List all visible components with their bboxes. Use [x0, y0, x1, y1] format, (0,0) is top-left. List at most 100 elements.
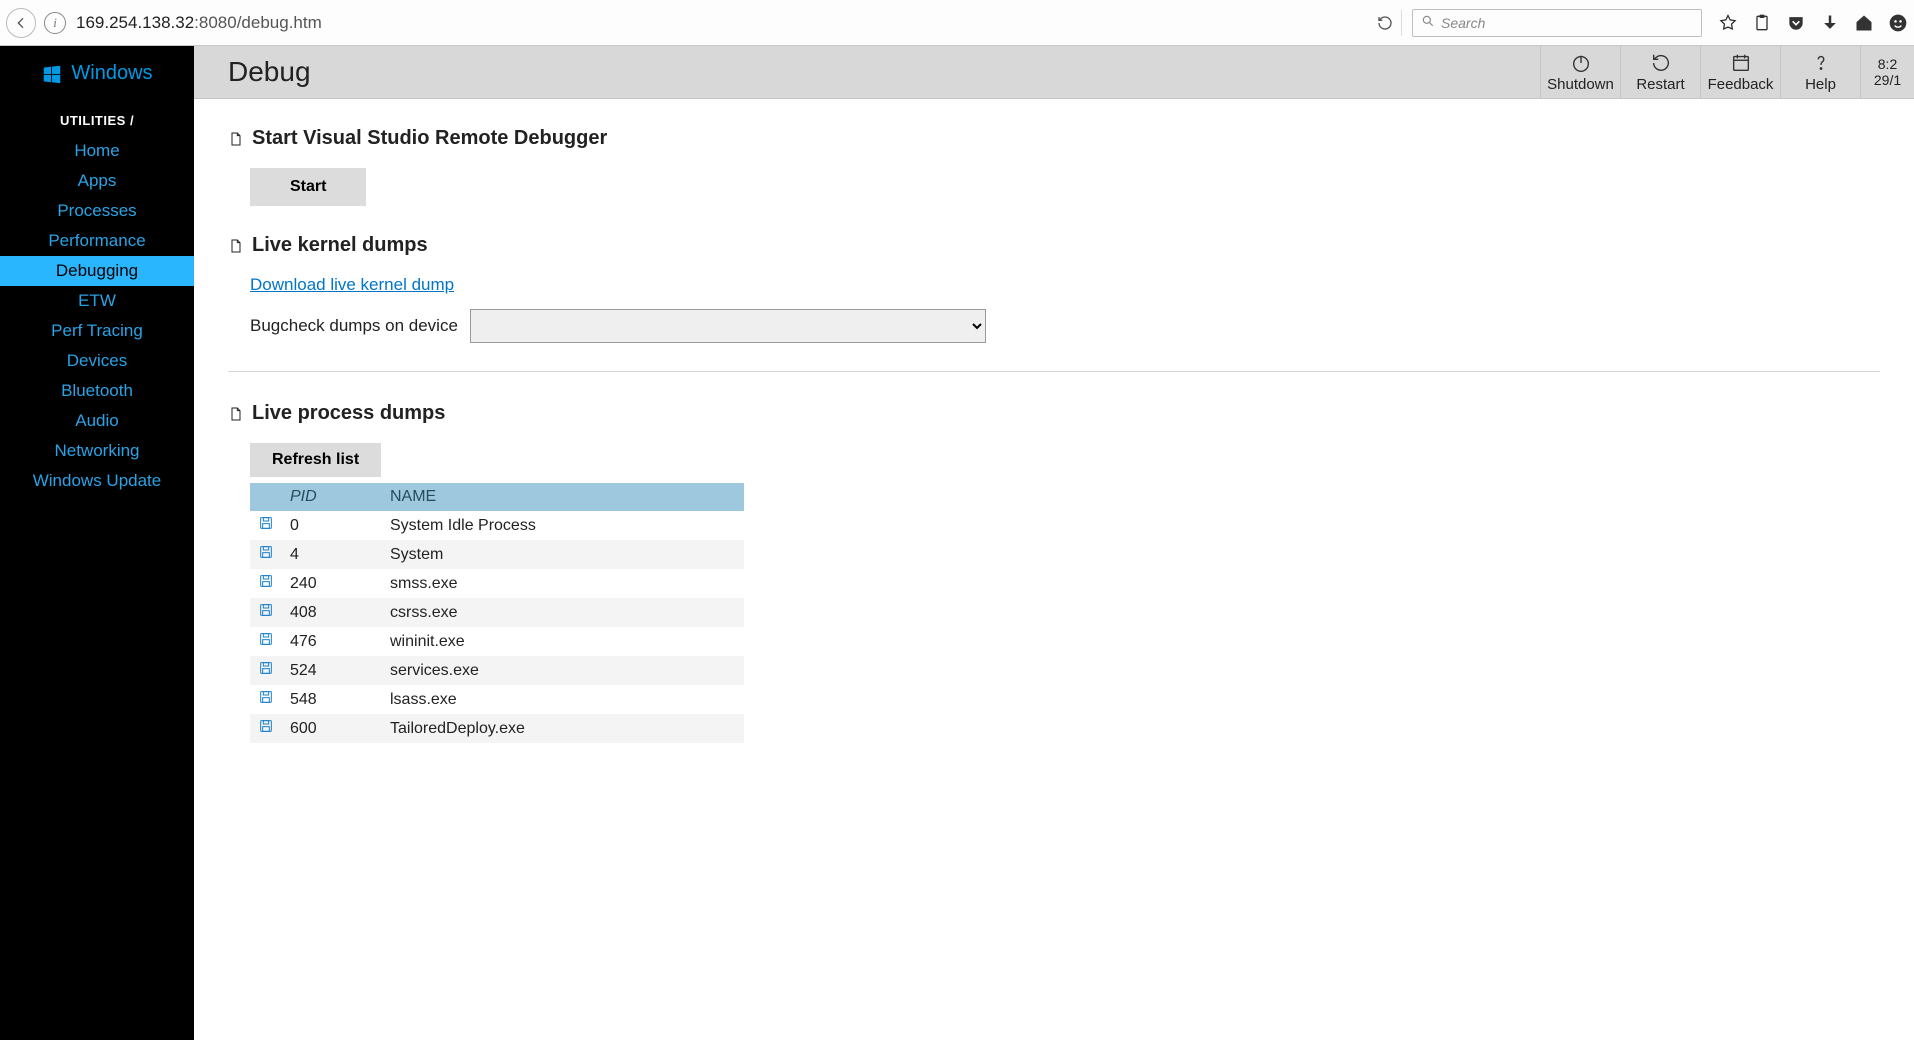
back-button[interactable]	[6, 8, 36, 38]
reload-button[interactable]	[1376, 10, 1402, 36]
table-row: 408csrss.exe	[250, 598, 744, 627]
sidebar-section-label: UTILITIES /	[0, 113, 194, 128]
row-name: System	[382, 540, 744, 569]
sidebar-item-perf-tracing[interactable]: Perf Tracing	[0, 316, 194, 346]
windows-logo-icon	[41, 63, 63, 85]
feedback-button[interactable]: Feedback	[1700, 46, 1780, 98]
row-save[interactable]	[250, 540, 282, 569]
brand-text: Windows	[71, 62, 152, 85]
section-procs-heading: Live process dumps	[228, 402, 1880, 425]
row-name: smss.exe	[382, 569, 744, 598]
table-row: 240smss.exe	[250, 569, 744, 598]
sidebar-item-home[interactable]: Home	[0, 136, 194, 166]
section-vsdebug: Start Visual Studio Remote Debugger Star…	[228, 127, 1880, 206]
row-name: System Idle Process	[382, 511, 744, 540]
help-icon	[1810, 52, 1832, 74]
section-procs-heading-text: Live process dumps	[252, 402, 445, 425]
sidebar-item-etw[interactable]: ETW	[0, 286, 194, 316]
start-button[interactable]: Start	[250, 168, 366, 206]
document-icon	[228, 404, 244, 424]
sidebar-item-performance[interactable]: Performance	[0, 226, 194, 256]
pocket-icon[interactable]	[1786, 13, 1806, 33]
browser-toolbar: i 169.254.138.32:8080/debug.htm Search	[0, 0, 1914, 46]
content: Start Visual Studio Remote Debugger Star…	[194, 99, 1914, 1040]
row-save[interactable]	[250, 569, 282, 598]
url-display[interactable]: 169.254.138.32:8080/debug.htm	[76, 13, 322, 33]
page-info-icon[interactable]: i	[44, 12, 66, 34]
section-kernel-heading: Live kernel dumps	[228, 234, 1880, 257]
save-icon	[258, 631, 274, 647]
bugcheck-select[interactable]	[470, 309, 986, 343]
table-row: 476wininit.exe	[250, 627, 744, 656]
row-save[interactable]	[250, 714, 282, 743]
clock-date: 29/1	[1874, 72, 1901, 88]
url-path: :8080/debug.htm	[194, 13, 322, 32]
home-icon[interactable]	[1854, 13, 1874, 33]
search-icon	[1421, 14, 1435, 31]
calendar-icon	[1730, 52, 1752, 74]
sidebar-item-windows-update[interactable]: Windows Update	[0, 466, 194, 496]
save-icon	[258, 660, 274, 676]
sidebar-item-processes[interactable]: Processes	[0, 196, 194, 226]
help-button[interactable]: Help	[1780, 46, 1860, 98]
row-pid: 0	[282, 511, 382, 540]
save-icon	[258, 544, 274, 560]
row-pid: 240	[282, 569, 382, 598]
browser-action-icons	[1718, 13, 1908, 33]
sidebar-item-audio[interactable]: Audio	[0, 406, 194, 436]
table-row: 524services.exe	[250, 656, 744, 685]
document-icon	[228, 236, 244, 256]
row-name: lsass.exe	[382, 685, 744, 714]
row-save[interactable]	[250, 598, 282, 627]
sidebar-item-devices[interactable]: Devices	[0, 346, 194, 376]
save-icon	[258, 573, 274, 589]
sidebar-item-apps[interactable]: Apps	[0, 166, 194, 196]
brand: Windows	[0, 62, 194, 85]
row-pid: 548	[282, 685, 382, 714]
section-vsdebug-heading-text: Start Visual Studio Remote Debugger	[252, 127, 607, 150]
shutdown-button[interactable]: Shutdown	[1540, 46, 1620, 98]
sidebar-item-debugging[interactable]: Debugging	[0, 256, 194, 286]
titlebar: Debug Shutdown Restart Feedback Help	[194, 46, 1914, 99]
sidebar: Windows UTILITIES / HomeAppsProcessesPer…	[0, 46, 194, 1040]
help-label: Help	[1805, 76, 1836, 93]
restart-icon	[1650, 52, 1672, 74]
row-save[interactable]	[250, 685, 282, 714]
clock-time: 8:2	[1878, 56, 1897, 72]
document-icon	[228, 129, 244, 149]
clipboard-icon[interactable]	[1752, 13, 1772, 33]
sidebar-nav: HomeAppsProcessesPerformanceDebuggingETW…	[0, 136, 194, 496]
feedback-label: Feedback	[1708, 76, 1774, 93]
row-save[interactable]	[250, 656, 282, 685]
row-pid: 4	[282, 540, 382, 569]
table-row: 600TailoredDeploy.exe	[250, 714, 744, 743]
refresh-list-button[interactable]: Refresh list	[250, 443, 381, 477]
section-vsdebug-heading: Start Visual Studio Remote Debugger	[228, 127, 1880, 150]
row-name: csrss.exe	[382, 598, 744, 627]
star-icon[interactable]	[1718, 13, 1738, 33]
titlebar-clock: 8:2 29/1	[1860, 46, 1914, 98]
search-box[interactable]: Search	[1412, 9, 1702, 37]
process-table: PID NAME 0System Idle Process4System240s…	[250, 483, 744, 743]
row-pid: 600	[282, 714, 382, 743]
restart-button[interactable]: Restart	[1620, 46, 1700, 98]
row-pid: 524	[282, 656, 382, 685]
row-save[interactable]	[250, 511, 282, 540]
profile-icon[interactable]	[1888, 13, 1908, 33]
col-pid: PID	[282, 483, 382, 511]
section-kernel: Live kernel dumps Download live kernel d…	[228, 234, 1880, 343]
sidebar-item-networking[interactable]: Networking	[0, 436, 194, 466]
titlebar-actions: Shutdown Restart Feedback Help 8:2 29/1	[1540, 46, 1914, 98]
col-icon	[250, 483, 282, 511]
save-icon	[258, 718, 274, 734]
row-name: wininit.exe	[382, 627, 744, 656]
download-icon[interactable]	[1820, 13, 1840, 33]
sidebar-item-bluetooth[interactable]: Bluetooth	[0, 376, 194, 406]
download-kernel-dump-link[interactable]: Download live kernel dump	[250, 275, 454, 294]
page-title: Debug	[228, 56, 1540, 88]
row-save[interactable]	[250, 627, 282, 656]
row-pid: 408	[282, 598, 382, 627]
save-icon	[258, 515, 274, 531]
table-row: 0System Idle Process	[250, 511, 744, 540]
restart-label: Restart	[1636, 76, 1684, 93]
